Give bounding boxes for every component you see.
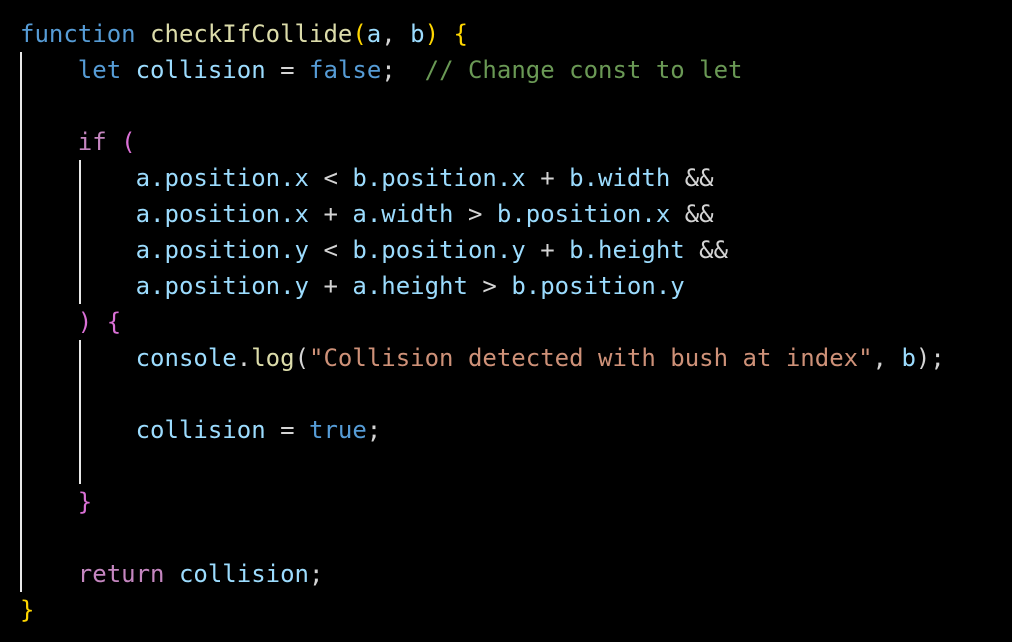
property-ref: .position.x bbox=[150, 164, 309, 192]
object-ref: a bbox=[352, 200, 367, 228]
property-ref: .height bbox=[583, 236, 685, 264]
assign-operator: = bbox=[265, 56, 310, 84]
property-ref: .position.y bbox=[525, 272, 685, 300]
code-line-7: a.position.y < b.position.y + b.height &… bbox=[20, 232, 729, 268]
code-line-10: console.log("Collision detected with bus… bbox=[20, 340, 945, 376]
logical-and-operator: && bbox=[670, 164, 714, 192]
object-ref: a bbox=[135, 272, 151, 300]
property-ref: .width bbox=[583, 164, 671, 192]
operator: + bbox=[525, 236, 570, 264]
args-comma: , bbox=[872, 344, 902, 372]
code-line-2: let collision = false; // Change const t… bbox=[20, 52, 743, 88]
operator: > bbox=[467, 272, 512, 300]
property-ref: .position.y bbox=[150, 272, 309, 300]
property-ref: .position.y bbox=[366, 236, 526, 264]
property-ref: .height bbox=[366, 272, 468, 300]
params-close-paren: ) bbox=[424, 20, 440, 48]
param-b: b bbox=[410, 20, 425, 48]
function-keyword: function bbox=[20, 20, 136, 48]
call-open-paren: ( bbox=[294, 344, 310, 372]
code-line-14: } bbox=[20, 484, 92, 520]
function-name: checkIfCollide bbox=[150, 20, 353, 48]
object-ref: b bbox=[569, 164, 584, 192]
code-line-6: a.position.x + a.width > b.position.x && bbox=[20, 196, 714, 232]
code-line-9: ) { bbox=[20, 304, 121, 340]
code-line-16: return collision; bbox=[20, 556, 324, 592]
operator: < bbox=[309, 164, 353, 192]
object-ref: b bbox=[352, 164, 367, 192]
object-ref: a bbox=[135, 200, 151, 228]
property-ref: .position.y bbox=[150, 236, 309, 264]
function-close-brace: } bbox=[20, 596, 35, 624]
property-ref: .position.x bbox=[511, 200, 671, 228]
if-open-brace: { bbox=[106, 308, 122, 336]
code-line-17: } bbox=[20, 592, 34, 628]
log-method: log bbox=[251, 344, 295, 372]
logical-and-operator: && bbox=[684, 236, 729, 264]
logical-and-operator: && bbox=[670, 200, 714, 228]
semicolon: ; bbox=[366, 416, 382, 444]
if-keyword: if bbox=[77, 128, 107, 156]
log-arg-b: b bbox=[901, 344, 916, 372]
code-line-12: collision = true; bbox=[20, 412, 382, 448]
code-line-1: function checkIfCollide(a, b) { bbox=[20, 16, 468, 52]
return-keyword: return bbox=[77, 560, 165, 588]
object-ref: b bbox=[511, 272, 526, 300]
params-comma: , bbox=[381, 20, 411, 48]
params-open-paren: ( bbox=[352, 20, 367, 48]
true-literal: true bbox=[309, 416, 367, 444]
object-ref: a bbox=[352, 272, 367, 300]
property-ref: .position.x bbox=[366, 164, 526, 192]
semicolon: ; bbox=[309, 560, 324, 588]
property-ref: .width bbox=[366, 200, 454, 228]
if-close-brace: } bbox=[77, 488, 93, 516]
function-open-brace: { bbox=[453, 20, 468, 48]
operator: < bbox=[309, 236, 353, 264]
if-open-paren: ( bbox=[121, 128, 136, 156]
collision-variable: collision bbox=[135, 56, 266, 84]
property-ref: .position.x bbox=[150, 200, 309, 228]
operator: + bbox=[525, 164, 570, 192]
code-comment: // Change const to let bbox=[424, 56, 743, 84]
operator: + bbox=[309, 272, 353, 300]
operator: + bbox=[309, 200, 353, 228]
object-ref: b bbox=[569, 236, 584, 264]
collision-variable: collision bbox=[135, 416, 266, 444]
operator: > bbox=[453, 200, 497, 228]
console-object: console bbox=[135, 344, 237, 372]
object-ref: b bbox=[352, 236, 367, 264]
code-line-8: a.position.y + a.height > b.position.y bbox=[20, 268, 685, 304]
let-keyword: let bbox=[77, 56, 122, 84]
param-a: a bbox=[366, 20, 382, 48]
if-close-paren: ) bbox=[77, 308, 93, 336]
false-literal: false bbox=[309, 56, 382, 84]
collision-variable: collision bbox=[178, 560, 309, 588]
semicolon: ; bbox=[381, 56, 396, 84]
log-string: "Collision detected with bush at index" bbox=[309, 344, 873, 372]
object-ref: a bbox=[135, 236, 151, 264]
code-line-5: a.position.x < b.position.x + b.width && bbox=[20, 160, 714, 196]
assign-operator: = bbox=[265, 416, 309, 444]
call-close: ); bbox=[915, 344, 945, 372]
code-editor[interactable]: function checkIfCollide(a, b) { let coll… bbox=[0, 0, 1012, 642]
member-dot: . bbox=[236, 344, 252, 372]
object-ref: a bbox=[135, 164, 151, 192]
code-line-4: if ( bbox=[20, 124, 136, 160]
object-ref: b bbox=[496, 200, 512, 228]
